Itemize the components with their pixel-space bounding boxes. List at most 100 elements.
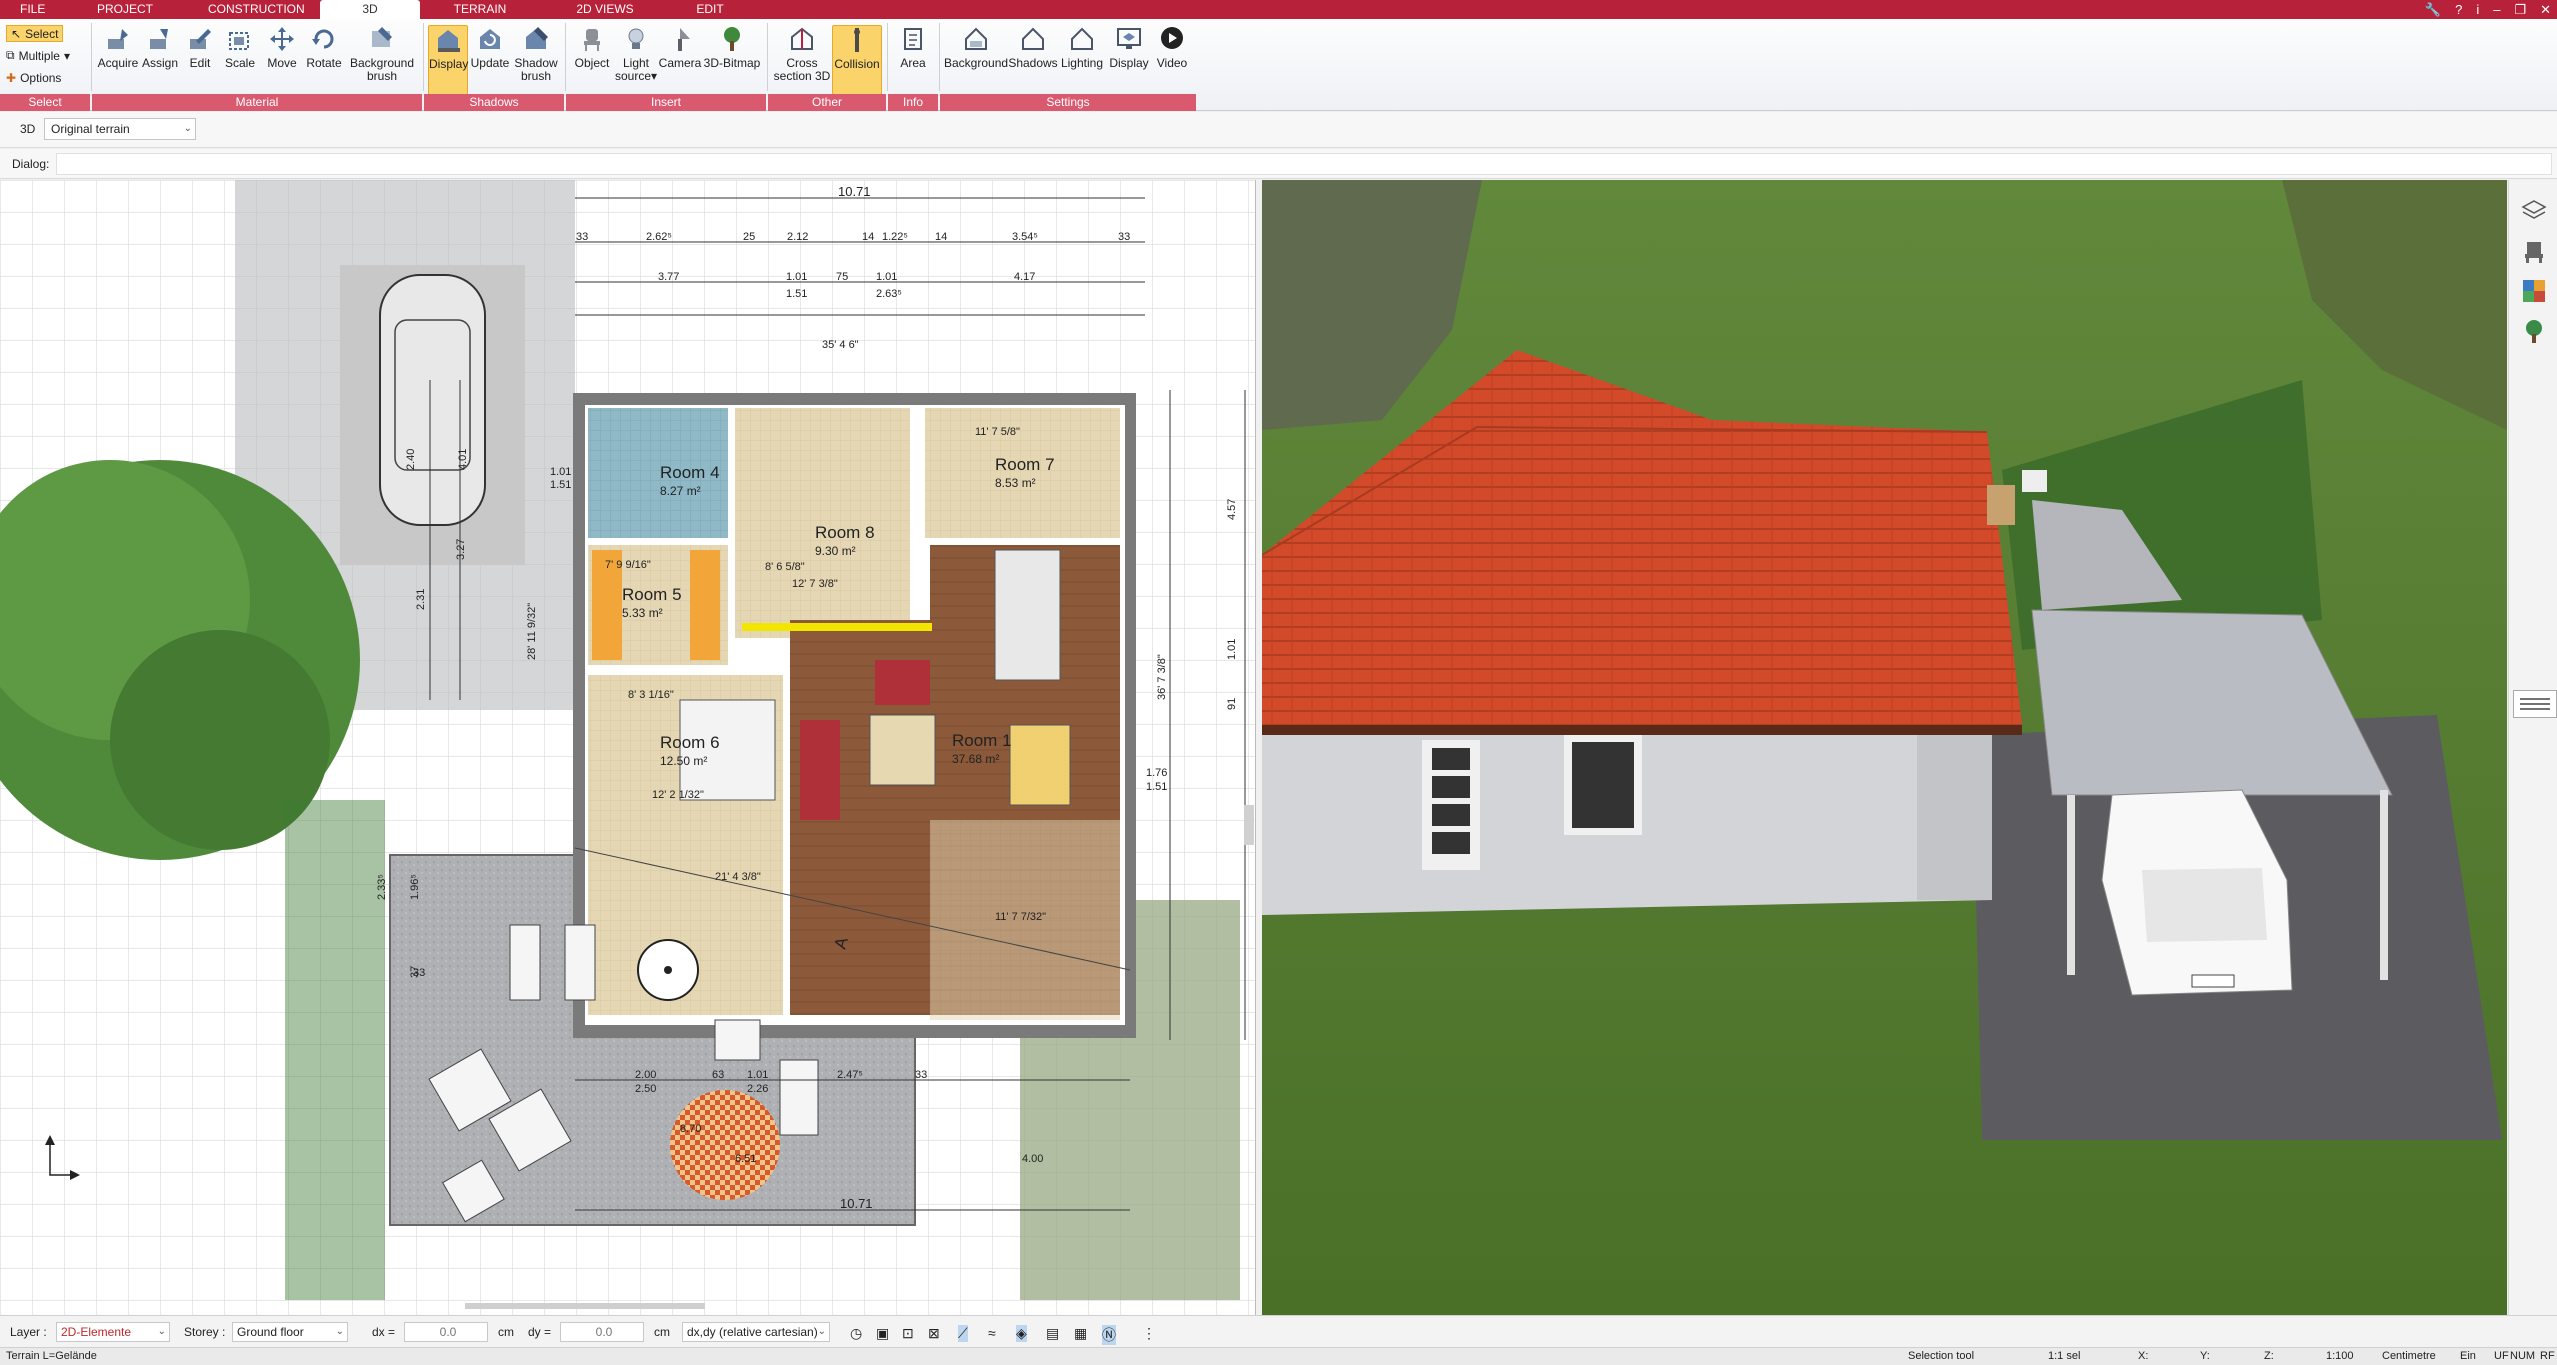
dialog-bar: Dialog:: [0, 149, 2557, 179]
background-button[interactable]: Background: [944, 25, 1008, 95]
terrain-select[interactable]: Original terrain ⌄: [44, 118, 196, 140]
dim-label: 1.01: [550, 466, 571, 478]
area-label: Area: [900, 56, 926, 70]
angle-icon[interactable]: ◈: [1016, 1325, 1027, 1342]
dim-label: 11' 7 5/8": [975, 426, 1020, 438]
dim-label: 2.00: [635, 1069, 656, 1081]
layers-icon[interactable]: [2521, 198, 2547, 224]
multiple-button[interactable]: ⧉ Multiple ▾: [6, 47, 70, 64]
assign-icon: [150, 29, 168, 49]
tab-construction[interactable]: CONSTRUCTION: [190, 0, 320, 19]
group-label-other: Other: [768, 94, 886, 111]
object-button[interactable]: Object: [570, 25, 614, 95]
dim-label: 2.26: [747, 1083, 768, 1095]
minimize-icon[interactable]: –: [2493, 2, 2500, 17]
route-icon[interactable]: ≈: [988, 1325, 996, 1341]
info-icon[interactable]: i: [2476, 2, 2479, 17]
furniture-chair-icon[interactable]: [2521, 238, 2547, 264]
materials-palette-icon[interactable]: [2521, 278, 2547, 304]
shadows-display-button[interactable]: Display: [428, 25, 468, 95]
shadows-settings-button[interactable]: Shadows: [1008, 25, 1058, 95]
group-label-info: Info: [888, 94, 938, 111]
chevron-down-icon: ⌄: [157, 1326, 166, 1337]
shadow-brush-button[interactable]: Shadow brush: [512, 25, 560, 95]
options-button[interactable]: ✚ Options: [6, 69, 61, 86]
room-8-area: 9.30 m²: [815, 544, 856, 558]
restore-icon[interactable]: ❐: [2514, 2, 2526, 18]
shadows-update-button[interactable]: Update: [470, 25, 510, 95]
display-monitor-icon: [1117, 28, 1141, 49]
background-brush-button[interactable]: Background brush: [346, 25, 418, 95]
plants-tree-icon[interactable]: [2521, 318, 2547, 344]
object-snap-icon[interactable]: ⊠: [928, 1325, 940, 1342]
dim-label: 3.77: [658, 271, 679, 283]
rotate-button[interactable]: Rotate: [302, 25, 346, 95]
select-button[interactable]: ↖ Select: [6, 25, 64, 42]
dim-label: 7' 9 9/16": [605, 559, 651, 571]
3d-bitmap-button[interactable]: 3D-Bitmap: [702, 25, 762, 95]
tab-project[interactable]: PROJECT: [60, 0, 190, 19]
status-unit: Centimetre: [2382, 1350, 2436, 1362]
dialog-input[interactable]: [56, 153, 2552, 175]
3d-scene[interactable]: [1262, 180, 2507, 1315]
assign-button[interactable]: Assign: [138, 25, 182, 95]
shadow-brush-label-2: brush: [520, 69, 552, 83]
plan-vertical-scrollbar[interactable]: [1244, 805, 1254, 845]
status-z: Z:: [2264, 1350, 2274, 1362]
room-4-area: 8.27 m²: [660, 484, 701, 498]
grid-icon[interactable]: ▦: [1074, 1325, 1087, 1342]
room-6-label: Room 6: [660, 733, 720, 752]
3d-view[interactable]: [1262, 180, 2507, 1315]
area-button[interactable]: Area: [892, 25, 934, 95]
dim-label: 2.31: [415, 589, 427, 610]
cross-section-3d-button[interactable]: Cross section 3D: [772, 25, 832, 95]
acquire-button[interactable]: Acquire: [96, 25, 140, 95]
dx-input[interactable]: 0.0: [404, 1322, 488, 1342]
floor-plan-canvas[interactable]: 10.71 33 2.62⁵ 25 2.12 14 1.22⁵ 14 3.54⁵…: [0, 180, 1256, 1315]
clock-icon[interactable]: ◷: [850, 1325, 862, 1342]
dim-label: 14: [862, 231, 874, 243]
layer-stack-icon[interactable]: ▤: [1046, 1325, 1059, 1342]
edit-button[interactable]: Edit: [180, 25, 220, 95]
wall-snap-icon[interactable]: ⟋: [958, 1325, 968, 1342]
floor-plan-view[interactable]: 10.71 33 2.62⁵ 25 2.12 14 1.22⁵ 14 3.54⁵…: [0, 180, 1256, 1315]
window-left: [1422, 740, 1480, 870]
measure-icon[interactable]: ⊡: [902, 1325, 914, 1342]
room-7-area: 8.53 m²: [995, 476, 1036, 490]
move-button[interactable]: Move: [262, 25, 302, 95]
tab-terrain[interactable]: TERRAIN: [420, 0, 540, 19]
help-icon[interactable]: ?: [2455, 2, 2462, 17]
coordinate-mode-value: dx,dy (relative cartesian): [687, 1325, 818, 1339]
dim-label: 8.70: [680, 1123, 701, 1135]
tools-icon[interactable]: 🔧: [2425, 2, 2441, 18]
scale-label: Scale: [224, 56, 256, 70]
snap-icon[interactable]: ▣: [876, 1325, 889, 1342]
dx-value: 0.0: [439, 1325, 457, 1339]
collision-button[interactable]: Collision: [832, 25, 882, 95]
coordinate-mode-select[interactable]: dx,dy (relative cartesian) ⌄: [682, 1322, 830, 1342]
scale-button[interactable]: Scale: [220, 25, 260, 95]
close-icon[interactable]: ✕: [2540, 2, 2551, 18]
tab-3d[interactable]: 3D: [320, 0, 420, 19]
storey-select[interactable]: Ground floor ⌄: [232, 1322, 348, 1342]
object-label: Object: [574, 56, 610, 70]
group-label-select: Select: [0, 94, 90, 111]
display-settings-button[interactable]: Display: [1106, 25, 1152, 95]
tab-edit[interactable]: EDIT: [670, 0, 750, 19]
dim-label: 12' 2 1/32": [652, 789, 704, 801]
tab-2d-views[interactable]: 2D VIEWS: [540, 0, 670, 19]
shadows-display-label: Display: [429, 57, 469, 71]
side-panel-handle[interactable]: [2513, 690, 2557, 718]
north-icon[interactable]: Ⓝ: [1102, 1325, 1116, 1345]
lighting-button[interactable]: Lighting: [1058, 25, 1106, 95]
background-house-icon: [965, 27, 987, 50]
video-button[interactable]: Video: [1152, 25, 1192, 95]
tab-file[interactable]: FILE: [0, 0, 60, 19]
light-source-button[interactable]: Light source▾: [614, 25, 658, 95]
camera-button[interactable]: Camera: [658, 25, 702, 95]
shadows-update-label: Update: [470, 56, 510, 70]
dy-input[interactable]: 0.0: [560, 1322, 644, 1342]
more-options-icon[interactable]: ⋮: [1142, 1325, 1156, 1342]
layer-select[interactable]: 2D-Elemente ⌄: [56, 1322, 170, 1342]
collision-icon: [854, 28, 860, 52]
